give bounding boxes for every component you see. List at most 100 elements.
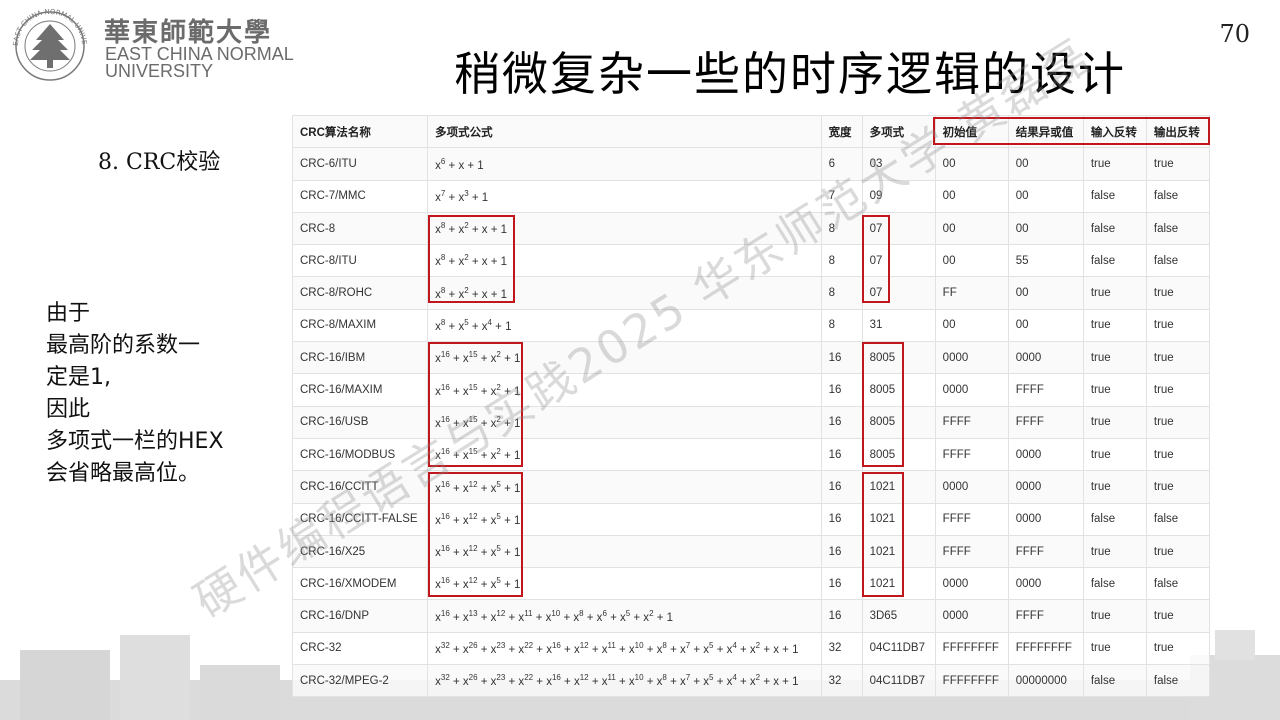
width-cell: 16 [820, 470, 863, 504]
table-row: CRC-7/MMC x7 + x3 + 1 7 09 00 00 false false [291, 179, 1211, 213]
note-line: 因此 [46, 397, 91, 422]
init-value-cell: FFFFFFFF [934, 631, 1009, 666]
polynomial-formula-cell: x7 + x3 + 1 [427, 179, 822, 213]
width-cell: 16 [820, 341, 863, 375]
university-emblem-icon: EAST CHINA NORMAL UNIVERSITY [8, 6, 88, 81]
refout-cell: true [1145, 437, 1211, 472]
refin-cell: true [1082, 373, 1147, 407]
refout-cell: true [1145, 599, 1211, 633]
polynomial-hex-cell: 31 [861, 308, 936, 343]
logo-english-line2: UNIVERSITY [105, 61, 214, 81]
init-value-cell: 0000 [934, 599, 1009, 633]
xorout-value-cell: 00 [1007, 211, 1084, 246]
width-cell: 8 [820, 276, 863, 310]
refin-cell: false [1082, 664, 1147, 698]
width-cell: 8 [820, 244, 863, 278]
refin-cell: true [1082, 631, 1147, 666]
refout-cell: false [1145, 211, 1211, 246]
polynomial-formula-cell: x6 + x + 1 [427, 147, 822, 181]
xorout-value-cell: 00000000 [1007, 664, 1084, 698]
refin-cell: true [1082, 534, 1147, 569]
refin-cell: false [1082, 567, 1147, 601]
note-line: 由于 [46, 301, 91, 326]
refout-cell: false [1145, 179, 1211, 213]
init-value-cell: 00 [934, 179, 1009, 213]
init-value-cell: FF [934, 276, 1009, 310]
width-cell: 16 [820, 534, 863, 569]
init-value-cell: FFFF [934, 405, 1009, 439]
note-line: 多项式一栏的HEX [46, 429, 224, 454]
xorout-value-cell: 00 [1007, 276, 1084, 310]
polynomial-hex-cell: 04C11DB7 [861, 631, 936, 666]
header-cell: 多项式公式 [427, 114, 822, 149]
refout-cell: true [1145, 534, 1211, 569]
xorout-value-cell: 0000 [1007, 341, 1084, 375]
polynomial-formula-cell: x32 + x26 + x23 + x22 + x16 + x12 + x11 … [427, 631, 822, 666]
refout-cell: true [1145, 341, 1211, 375]
polynomial-formula-cell: x32 + x26 + x23 + x22 + x16 + x12 + x11 … [427, 664, 822, 698]
init-value-cell: FFFFFFFF [934, 664, 1009, 698]
xorout-value-cell: 00 [1007, 308, 1084, 343]
xorout-value-cell: 00 [1007, 147, 1084, 181]
highlight-box-crc8-formula [428, 215, 515, 303]
xorout-value-cell: 0000 [1007, 567, 1084, 601]
explanation-note: 由于 最高阶的系数一 定是1, 因此 多项式一栏的HEX 会省略最高位。 [46, 298, 224, 490]
xorout-value-cell: FFFF [1007, 534, 1084, 569]
algorithm-name-cell: CRC-32 [291, 631, 429, 666]
xorout-value-cell: FFFF [1007, 599, 1084, 633]
init-value-cell: 00 [934, 308, 1009, 343]
refout-cell: true [1145, 373, 1211, 407]
refout-cell: false [1145, 502, 1211, 536]
refin-cell: true [1082, 599, 1147, 633]
width-cell: 32 [820, 631, 863, 666]
algorithm-name-cell: CRC-16/MAXIM [291, 373, 429, 407]
refout-cell: false [1145, 244, 1211, 278]
init-value-cell: FFFF [934, 437, 1009, 472]
algorithm-name-cell: CRC-32/MPEG-2 [291, 664, 429, 698]
init-value-cell: 0000 [934, 341, 1009, 375]
polynomial-hex-cell: 3D65 [861, 599, 936, 633]
algorithm-name-cell: CRC-16/IBM [291, 341, 429, 375]
refout-cell: true [1145, 147, 1211, 181]
page-number: 70 [1219, 20, 1250, 48]
algorithm-name-cell: CRC-16/DNP [291, 599, 429, 633]
xorout-value-cell: 00 [1007, 179, 1084, 213]
refin-cell: true [1082, 308, 1147, 343]
refin-cell: true [1082, 470, 1147, 504]
table-row: CRC-16/DNP x16 + x13 + x12 + x11 + x10 + … [291, 599, 1211, 633]
xorout-value-cell: 55 [1007, 244, 1084, 278]
note-line: 会省略最高位。 [46, 461, 201, 486]
table-row: CRC-6/ITU x6 + x + 1 6 03 00 00 true true [291, 147, 1211, 181]
refin-cell: true [1082, 147, 1147, 181]
highlight-box-1021-formula [428, 472, 523, 597]
polynomial-hex-cell: 04C11DB7 [861, 664, 936, 698]
polynomial-formula-cell: x16 + x13 + x12 + x11 + x10 + x8 + x6 + … [427, 599, 822, 633]
width-cell: 8 [820, 308, 863, 343]
xorout-value-cell: FFFF [1007, 373, 1084, 407]
init-value-cell: FFFF [934, 534, 1009, 569]
init-value-cell: 0000 [934, 567, 1009, 601]
init-value-cell: 00 [934, 244, 1009, 278]
refin-cell: true [1082, 341, 1147, 375]
width-cell: 16 [820, 373, 863, 407]
header-cell: CRC算法名称 [291, 114, 429, 149]
refout-cell: true [1145, 276, 1211, 310]
refin-cell: false [1082, 179, 1147, 213]
refout-cell: true [1145, 405, 1211, 439]
xorout-value-cell: FFFFFFFF [1007, 631, 1084, 666]
refout-cell: true [1145, 470, 1211, 504]
xorout-value-cell: 0000 [1007, 470, 1084, 504]
algorithm-name-cell: CRC-8/ITU [291, 244, 429, 278]
init-value-cell: 0000 [934, 373, 1009, 407]
header-cell: 宽度 [820, 114, 863, 149]
refout-cell: true [1145, 308, 1211, 343]
refin-cell: true [1082, 276, 1147, 310]
width-cell: 16 [820, 405, 863, 439]
highlight-box-8005-poly [862, 342, 904, 467]
refin-cell: true [1082, 405, 1147, 439]
algorithm-name-cell: CRC-8/MAXIM [291, 308, 429, 343]
init-value-cell: 0000 [934, 470, 1009, 504]
refin-cell: false [1082, 502, 1147, 536]
table-row: CRC-8/MAXIM x8 + x5 + x4 + 1 8 31 00 00 true tr… [291, 308, 1211, 343]
refout-cell: false [1145, 664, 1211, 698]
